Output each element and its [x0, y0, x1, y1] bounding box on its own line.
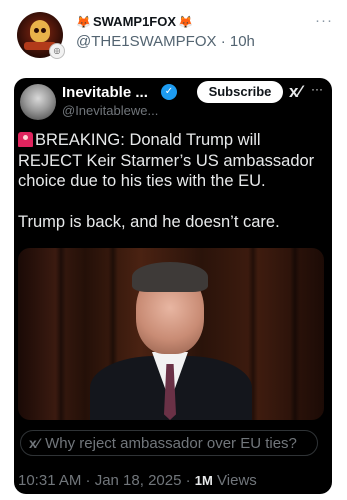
- quoted-avatar[interactable]: [20, 84, 56, 120]
- tweet-media-image[interactable]: [18, 248, 324, 420]
- post-time[interactable]: 10h: [230, 33, 255, 50]
- verified-badge-icon: ✓: [161, 84, 177, 100]
- author-name-text: SWAMP1FOX: [92, 14, 177, 29]
- quoted-author-handle[interactable]: @Inevitablewe...: [62, 103, 158, 118]
- more-options-icon[interactable]: ···: [315, 12, 333, 29]
- siren-emoji-icon: [18, 132, 33, 147]
- tweet-page: ◎ 🦊 SWAMP1FOX 🦊 @THE1SWAMPFOX · 10h ··· …: [0, 0, 347, 500]
- quoted-tweet-text: BREAKING: Donald Trump will REJECT Keir …: [18, 130, 328, 232]
- quoted-author-name[interactable]: Inevitable ...: [62, 84, 148, 101]
- grok-small-icon: x⁄: [29, 435, 40, 451]
- quoted-tweet-card[interactable]: Inevitable ... ✓ @Inevitablewe... Subscr…: [14, 78, 332, 494]
- affiliation-badge-icon: ◎: [49, 43, 65, 59]
- skull-logo-icon: [30, 20, 50, 42]
- fox-emoji-icon: 🦊: [76, 14, 91, 29]
- ask-grok-prompt: Why reject ambassador over EU ties?: [45, 434, 297, 452]
- meta-separator: ·: [220, 33, 226, 50]
- quoted-timestamp-row: 10:31 AM · Jan 18, 2025 · 1M Views: [18, 472, 257, 489]
- subscribe-button[interactable]: Subscribe: [197, 81, 283, 103]
- curtain-fold: [290, 248, 300, 420]
- author-meta: @THE1SWAMPFOX · 10h: [76, 33, 255, 50]
- quoted-text-line1: BREAKING: Donald Trump will REJECT Keir …: [18, 131, 315, 190]
- grok-icon[interactable]: x⁄: [289, 82, 301, 102]
- fox-emoji-icon: 🦊: [178, 14, 193, 29]
- author-name[interactable]: 🦊 SWAMP1FOX 🦊: [76, 14, 193, 29]
- quoted-timestamp[interactable]: 10:31 AM · Jan 18, 2025 ·: [18, 472, 191, 489]
- quoted-text-line2: Trump is back, and he doesn’t care.: [18, 212, 280, 231]
- portrait-hair: [132, 262, 208, 292]
- curtain-fold: [56, 248, 66, 420]
- quoted-more-options-icon[interactable]: ···: [311, 82, 323, 96]
- views-count: 1M: [194, 473, 213, 488]
- author-handle[interactable]: @THE1SWAMPFOX: [76, 33, 217, 50]
- views-label: Views: [217, 472, 257, 489]
- ask-grok-chip[interactable]: x⁄ Why reject ambassador over EU ties?: [20, 430, 318, 456]
